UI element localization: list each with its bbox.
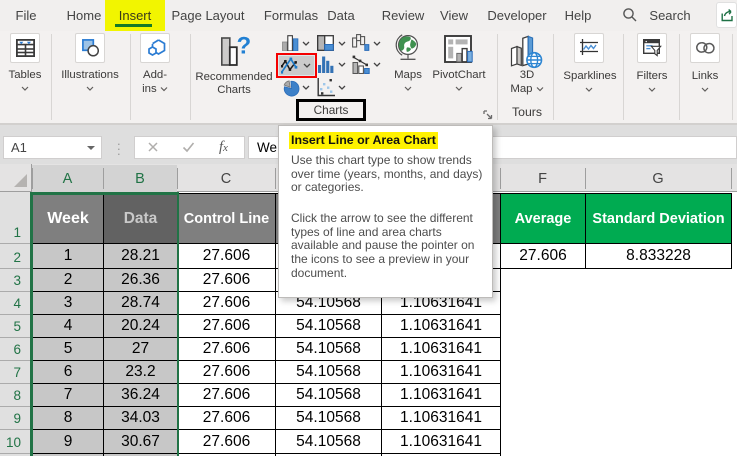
svg-text:?: ? [237,36,251,60]
